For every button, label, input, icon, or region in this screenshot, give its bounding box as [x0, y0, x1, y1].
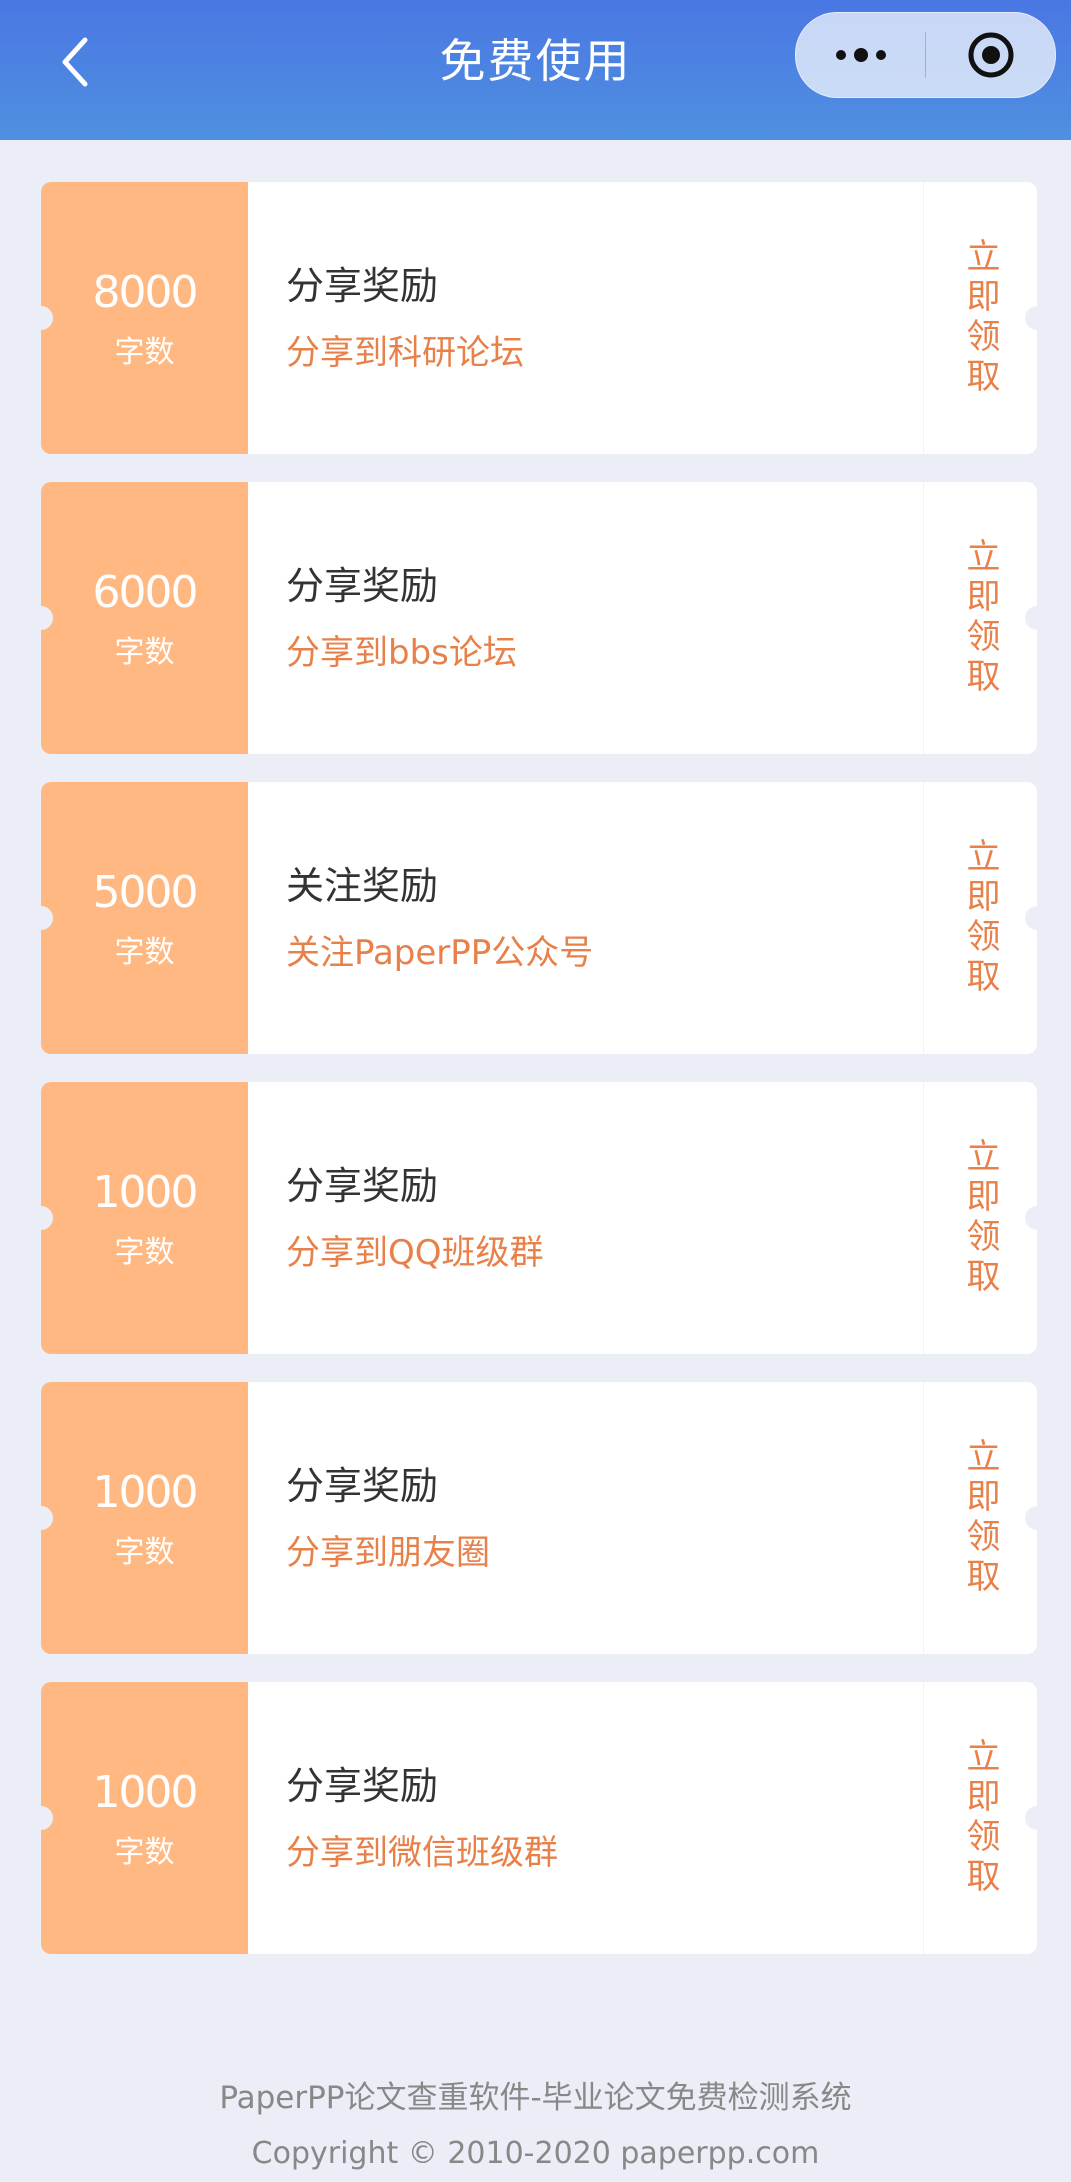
- reward-info: 关注奖励 关注PaperPP公众号: [248, 782, 923, 1054]
- more-dots-icon: [835, 48, 886, 62]
- quota-unit: 字数: [114, 335, 175, 370]
- quota-amount: 1000: [92, 1767, 199, 1818]
- claim-label: 立即领取: [960, 1438, 1000, 1598]
- quota-panel: 1000 字数: [41, 1382, 248, 1654]
- close-miniprogram-button[interactable]: [926, 13, 1055, 97]
- quota-panel: 6000 字数: [41, 482, 248, 754]
- reward-title: 分享奖励: [286, 564, 439, 608]
- reward-title: 分享奖励: [286, 1164, 439, 1208]
- reward-card: 6000 字数 分享奖励 分享到bbs论坛 立即领取: [41, 482, 1037, 754]
- reward-info: 分享奖励 分享到微信班级群: [248, 1682, 923, 1954]
- claim-button[interactable]: 立即领取: [923, 182, 1037, 454]
- quota-amount: 1000: [92, 1467, 199, 1518]
- footer: PaperPP论文查重软件-毕业论文免费检测系统 Copyright © 201…: [0, 2070, 1071, 2182]
- reward-info: 分享奖励 分享到科研论坛: [248, 182, 923, 454]
- footer-copyright: Copyright © 2010-2020 paperpp.com: [251, 2136, 820, 2171]
- reward-title: 分享奖励: [286, 264, 439, 308]
- reward-desc: 分享到bbs论坛: [286, 633, 517, 673]
- mini-program-capsule: [795, 12, 1056, 98]
- quota-unit: 字数: [114, 1835, 175, 1870]
- reward-title: 分享奖励: [286, 1464, 439, 1508]
- more-button[interactable]: [796, 13, 925, 97]
- quota-unit: 字数: [114, 1535, 175, 1570]
- quota-amount: 6000: [92, 567, 199, 618]
- quota-panel: 8000 字数: [41, 182, 248, 454]
- quota-amount: 5000: [92, 867, 199, 918]
- quota-amount: 8000: [92, 267, 199, 318]
- nav-bar: 免费使用: [0, 0, 1071, 140]
- reward-desc: 分享到科研论坛: [286, 333, 524, 373]
- claim-label: 立即领取: [960, 538, 1000, 698]
- claim-button[interactable]: 立即领取: [923, 1382, 1037, 1654]
- claim-button[interactable]: 立即领取: [923, 782, 1037, 1054]
- claim-label: 立即领取: [960, 1738, 1000, 1898]
- reward-title: 分享奖励: [286, 1764, 439, 1808]
- reward-card: 1000 字数 分享奖励 分享到QQ班级群 立即领取: [41, 1082, 1037, 1354]
- reward-info: 分享奖励 分享到QQ班级群: [248, 1082, 923, 1354]
- reward-card: 1000 字数 分享奖励 分享到微信班级群 立即领取: [41, 1682, 1037, 1954]
- reward-list: 8000 字数 分享奖励 分享到科研论坛 立即领取 6000 字数 分享奖励 分…: [41, 182, 1037, 1982]
- target-circle-icon: [968, 32, 1013, 78]
- quota-unit: 字数: [114, 635, 175, 670]
- quota-amount: 1000: [92, 1167, 199, 1218]
- reward-card: 1000 字数 分享奖励 分享到朋友圈 立即领取: [41, 1382, 1037, 1654]
- claim-button[interactable]: 立即领取: [923, 1682, 1037, 1954]
- footer-tagline: PaperPP论文查重软件-毕业论文免费检测系统: [219, 2080, 852, 2116]
- quota-panel: 1000 字数: [41, 1082, 248, 1354]
- reward-desc: 分享到朋友圈: [286, 1533, 490, 1573]
- reward-info: 分享奖励 分享到bbs论坛: [248, 482, 923, 754]
- quota-panel: 5000 字数: [41, 782, 248, 1054]
- claim-button[interactable]: 立即领取: [923, 1082, 1037, 1354]
- reward-desc: 分享到微信班级群: [286, 1833, 558, 1873]
- claim-label: 立即领取: [960, 838, 1000, 998]
- reward-desc: 关注PaperPP公众号: [286, 933, 594, 973]
- quota-unit: 字数: [114, 1235, 175, 1270]
- claim-label: 立即领取: [960, 1138, 1000, 1298]
- quota-panel: 1000 字数: [41, 1682, 248, 1954]
- reward-card: 8000 字数 分享奖励 分享到科研论坛 立即领取: [41, 182, 1037, 454]
- reward-card: 5000 字数 关注奖励 关注PaperPP公众号 立即领取: [41, 782, 1037, 1054]
- claim-button[interactable]: 立即领取: [923, 482, 1037, 754]
- reward-info: 分享奖励 分享到朋友圈: [248, 1382, 923, 1654]
- quota-unit: 字数: [114, 935, 175, 970]
- reward-title: 关注奖励: [286, 864, 439, 908]
- claim-label: 立即领取: [960, 238, 1000, 398]
- reward-desc: 分享到QQ班级群: [286, 1233, 544, 1273]
